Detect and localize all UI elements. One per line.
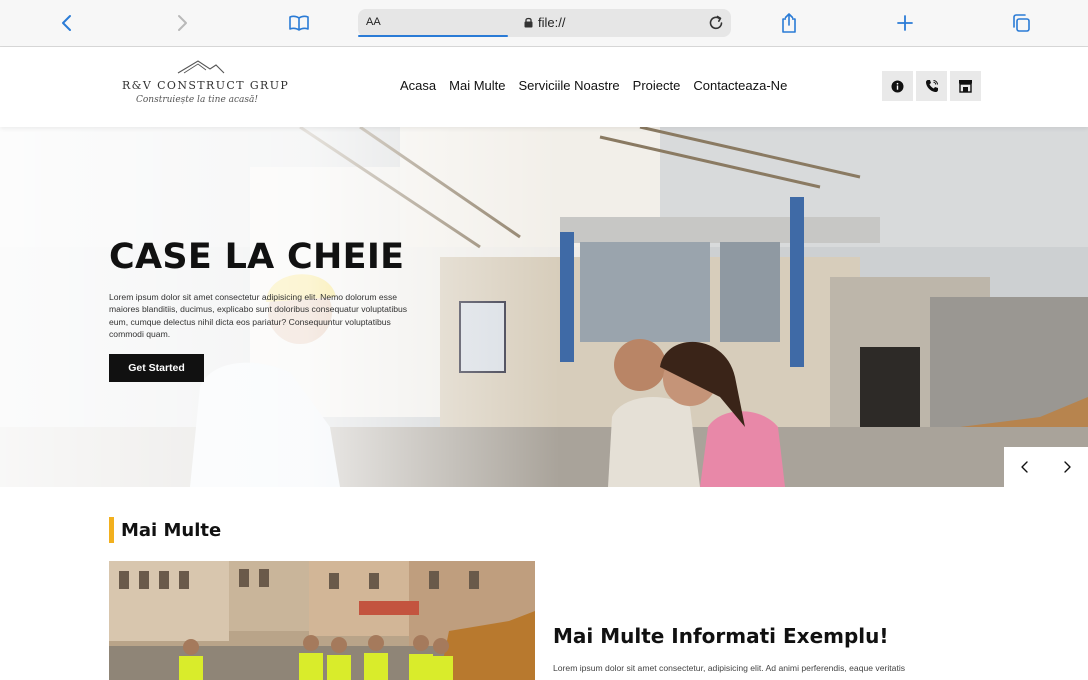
nav-item-contact[interactable]: Contacteaza-Ne <box>693 78 787 93</box>
reader-button[interactable] <box>284 8 314 38</box>
reload-button[interactable] <box>707 14 725 36</box>
phone-button[interactable] <box>916 71 947 101</box>
get-started-button[interactable]: Get Started <box>109 354 204 382</box>
street-workers-image <box>109 561 535 680</box>
info-title: Mai Multe Informati Exemplu! <box>553 624 889 648</box>
chevron-left-icon <box>62 15 71 31</box>
chevron-right-icon <box>1064 461 1071 473</box>
address-bar[interactable]: AA file:// <box>358 9 731 37</box>
book-icon <box>289 15 309 31</box>
section-heading: Mai Multe <box>109 517 221 543</box>
roof-logo-icon <box>177 60 225 74</box>
new-tab-button[interactable] <box>890 8 920 38</box>
hero-title: CASE LA CHEIE <box>109 237 405 277</box>
header-icons <box>882 71 981 101</box>
nav-item-acasa[interactable]: Acasa <box>400 78 436 93</box>
chevron-right-icon <box>178 15 187 31</box>
url-text: file:// <box>538 15 566 30</box>
main-nav: Acasa Mai Multe Serviciile Noastre Proie… <box>400 78 787 93</box>
slider-prev-button[interactable] <box>1004 447 1046 487</box>
phone-icon <box>925 80 938 92</box>
tabs-button[interactable] <box>1006 8 1036 38</box>
slider-next-button[interactable] <box>1046 447 1088 487</box>
forward-button[interactable] <box>167 8 197 38</box>
section-accent-bar <box>109 517 114 543</box>
tabs-icon <box>1013 14 1030 32</box>
nav-item-proiecte[interactable]: Proiecte <box>633 78 681 93</box>
browser-toolbar: AA file:// <box>0 0 1088 47</box>
reload-icon <box>709 15 723 30</box>
text-size-button[interactable]: AA <box>366 16 381 28</box>
back-button[interactable] <box>52 8 82 38</box>
lock-icon <box>524 17 533 28</box>
section-title: Mai Multe <box>121 519 222 541</box>
nav-item-servicii[interactable]: Serviciile Noastre <box>519 78 620 93</box>
store-button[interactable] <box>950 71 981 101</box>
site-header: R&V CONSTRUCT GRUP Construiește la tine … <box>0 47 1088 127</box>
url-display[interactable]: file:// <box>524 15 565 30</box>
logo-brand: R&V CONSTRUCT GRUP <box>122 79 290 92</box>
info-button[interactable] <box>882 71 913 101</box>
nav-item-mai-multe[interactable]: Mai Multe <box>449 78 505 93</box>
logo-tagline: Construiește la tine acasă! <box>136 95 259 105</box>
info-text: Lorem ipsum dolor sit amet consectetur, … <box>553 663 906 673</box>
store-icon <box>959 80 972 93</box>
workers-image <box>109 561 535 680</box>
loading-progress <box>358 35 508 37</box>
plus-icon <box>897 15 913 31</box>
info-icon <box>891 80 904 92</box>
hero-description: Lorem ipsum dolor sit amet consectetur a… <box>109 292 408 340</box>
logo[interactable]: R&V CONSTRUCT GRUP Construiește la tine … <box>120 59 288 111</box>
hero-section: CASE LA CHEIE Lorem ipsum dolor sit amet… <box>0 127 1088 487</box>
share-icon <box>782 13 796 33</box>
share-button[interactable] <box>774 8 804 38</box>
slider-controls <box>1004 447 1088 487</box>
chevron-left-icon <box>1021 461 1028 473</box>
